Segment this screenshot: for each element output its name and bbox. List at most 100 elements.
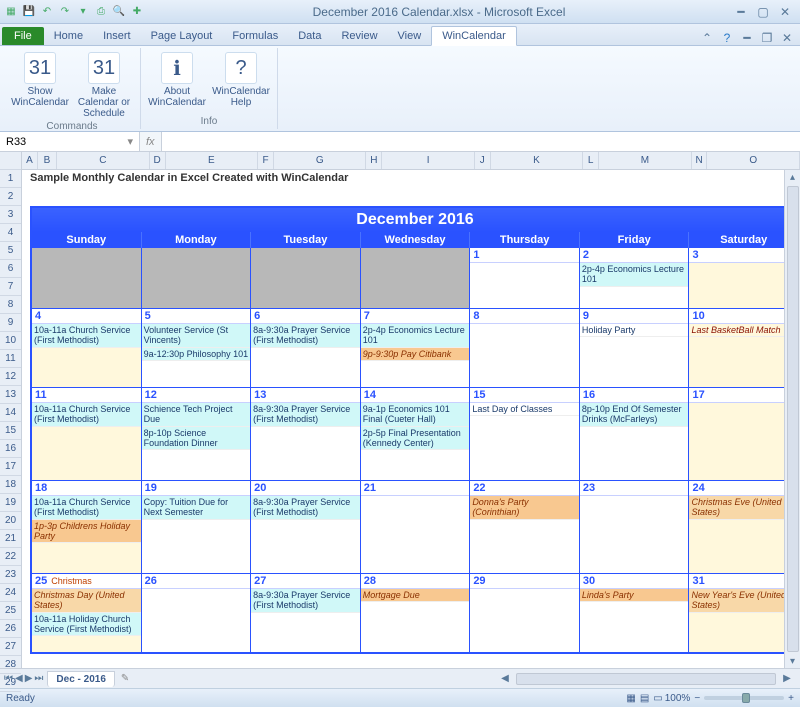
workbook-minimize-icon[interactable]: ━ — [740, 31, 754, 45]
calendar-event[interactable]: Last BasketBall Match — [689, 324, 798, 337]
row-header[interactable]: 14 — [0, 404, 21, 422]
calendar-event[interactable]: 2p-5p Final Presentation (Kennedy Center… — [361, 427, 470, 451]
row-header[interactable]: 22 — [0, 548, 21, 566]
calendar-event[interactable]: Linda's Party — [580, 589, 689, 602]
column-header[interactable]: N — [692, 152, 708, 169]
calendar-cell[interactable]: 22Donna's Party (Corinthian) — [470, 481, 580, 573]
row-header[interactable]: 28 — [0, 656, 21, 674]
tab-nav-first-icon[interactable]: ⏮ — [4, 673, 13, 684]
calendar-cell[interactable]: 25ChristmasChristmas Day (United States)… — [32, 574, 142, 652]
row-header[interactable]: 11 — [0, 350, 21, 368]
view-break-icon[interactable]: ▭ — [651, 693, 664, 704]
hscroll-right-icon[interactable]: ▶ — [780, 672, 794, 686]
row-header[interactable]: 20 — [0, 512, 21, 530]
vertical-scrollbar[interactable]: ▴ ▾ — [784, 170, 800, 668]
tab-nav-next-icon[interactable]: ▶ — [25, 673, 33, 684]
zoom-in-icon[interactable]: + — [788, 693, 794, 704]
calendar-event[interactable]: 10a-11a Church Service (First Methodist) — [32, 496, 141, 520]
close-button[interactable]: ✕ — [778, 5, 792, 19]
calendar-event[interactable]: Holiday Party — [580, 324, 689, 337]
calendar-cell[interactable]: 24Christmas Eve (United States) — [689, 481, 798, 573]
row-header[interactable]: 2 — [0, 188, 21, 206]
row-header[interactable]: 16 — [0, 440, 21, 458]
calendar-event[interactable]: Christmas Day (United States) — [32, 589, 141, 613]
row-header[interactable]: 3 — [0, 206, 21, 224]
row-header[interactable]: 12 — [0, 368, 21, 386]
calendar-cell[interactable]: 138a-9:30a Prayer Service (First Methodi… — [251, 388, 361, 480]
calendar-event[interactable]: 2p-4p Economics Lecture 101 — [580, 263, 689, 287]
calendar-cell[interactable]: 23 — [580, 481, 690, 573]
calendar-cell[interactable]: 149a-1p Economics 101 Final (Cueter Hall… — [361, 388, 471, 480]
ribbon-button-wincalendar-help[interactable]: ?WinCalendar Help — [211, 50, 271, 116]
minimize-button[interactable]: ━ — [734, 5, 748, 19]
ribbon-button-show-wincalendar[interactable]: 31Show WinCalendar — [10, 50, 70, 121]
row-header[interactable]: 7 — [0, 278, 21, 296]
calendar-cell[interactable]: 10Last BasketBall Match — [689, 309, 798, 387]
ribbon-tab-wincalendar[interactable]: WinCalendar — [431, 26, 517, 46]
row-header[interactable]: 19 — [0, 494, 21, 512]
calendar-event[interactable]: 1p-3p Childrens Holiday Party — [32, 520, 141, 544]
horizontal-scrollbar[interactable]: ◀ ▶ — [135, 672, 800, 686]
column-header[interactable]: B — [38, 152, 57, 169]
new-icon[interactable]: ✚ — [130, 5, 144, 19]
ribbon-tab-insert[interactable]: Insert — [93, 27, 141, 45]
column-header[interactable]: A — [22, 152, 38, 169]
calendar-event[interactable]: 10a-11a Church Service (First Methodist) — [32, 324, 141, 348]
row-header[interactable]: 1 — [0, 170, 21, 188]
row-header[interactable]: 17 — [0, 458, 21, 476]
view-layout-icon[interactable]: ▤ — [638, 693, 651, 704]
print-icon[interactable]: ⎙ — [94, 5, 108, 19]
minimize-ribbon-icon[interactable]: ⌃ — [700, 31, 714, 45]
hscroll-track[interactable] — [516, 673, 776, 685]
row-header[interactable]: 24 — [0, 584, 21, 602]
calendar-cell[interactable] — [142, 248, 252, 308]
ribbon-tab-home[interactable]: Home — [44, 27, 93, 45]
calendar-cell[interactable]: 31New Year's Eve (United States) — [689, 574, 798, 652]
calendar-cell[interactable]: 1810a-11a Church Service (First Methodis… — [32, 481, 142, 573]
row-header[interactable]: 10 — [0, 332, 21, 350]
calendar-cell[interactable]: 208a-9:30a Prayer Service (First Methodi… — [251, 481, 361, 573]
file-tab[interactable]: File — [2, 27, 44, 45]
new-sheet-icon[interactable]: ✎ — [115, 673, 135, 684]
view-normal-icon[interactable]: ▦ — [624, 693, 637, 704]
column-header[interactable]: F — [258, 152, 274, 169]
ribbon-tab-page-layout[interactable]: Page Layout — [141, 27, 223, 45]
column-header[interactable]: G — [274, 152, 367, 169]
ribbon-tab-data[interactable]: Data — [288, 27, 331, 45]
calendar-event[interactable]: 9p-9:30p Pay Citibank — [361, 348, 470, 361]
zoom-out-icon[interactable]: − — [694, 693, 700, 704]
column-header[interactable]: O — [707, 152, 800, 169]
tab-nav-last-icon[interactable]: ⏭ — [34, 673, 43, 684]
calendar-event[interactable]: Schience Tech Project Due — [142, 403, 251, 427]
row-header[interactable]: 6 — [0, 260, 21, 278]
calendar-event[interactable]: 9a-1p Economics 101 Final (Cueter Hall) — [361, 403, 470, 427]
calendar-event[interactable]: 8a-9:30a Prayer Service (First Methodist… — [251, 496, 360, 520]
row-header[interactable]: 25 — [0, 602, 21, 620]
calendar-cell[interactable]: 29 — [470, 574, 580, 652]
workbook-close-icon[interactable]: ✕ — [780, 31, 794, 45]
formula-input[interactable] — [162, 132, 800, 151]
calendar-event[interactable]: 10a-11a Holiday Church Service (First Me… — [32, 613, 141, 637]
calendar-cell[interactable]: 278a-9:30a Prayer Service (First Methodi… — [251, 574, 361, 652]
row-header[interactable]: 21 — [0, 530, 21, 548]
ribbon-tab-review[interactable]: Review — [331, 27, 387, 45]
ribbon-button-about-wincalendar[interactable]: ℹAbout WinCalendar — [147, 50, 207, 116]
row-header[interactable]: 15 — [0, 422, 21, 440]
calendar-event[interactable]: Mortgage Due — [361, 589, 470, 602]
ribbon-tab-formulas[interactable]: Formulas — [222, 27, 288, 45]
hscroll-left-icon[interactable]: ◀ — [498, 672, 512, 686]
sheet-tab[interactable]: Dec - 2016 — [47, 671, 114, 687]
calendar-cell[interactable]: 5Volunteer Service (St Vincents)9a-12:30… — [142, 309, 252, 387]
calendar-cell[interactable]: 168p-10p End Of Semester Drinks (McFarle… — [580, 388, 690, 480]
calendar-cell[interactable]: 1110a-11a Church Service (First Methodis… — [32, 388, 142, 480]
column-header[interactable]: D — [150, 152, 166, 169]
calendar-cell[interactable]: 26 — [142, 574, 252, 652]
tab-nav-prev-icon[interactable]: ◀ — [15, 673, 23, 684]
column-header[interactable]: C — [57, 152, 150, 169]
calendar-event[interactable]: 8a-9:30a Prayer Service (First Methodist… — [251, 589, 360, 613]
namebox-dropdown-icon[interactable]: ▾ — [127, 135, 133, 148]
row-header[interactable]: 9 — [0, 314, 21, 332]
calendar-cell[interactable] — [251, 248, 361, 308]
calendar-cell[interactable]: 30Linda's Party — [580, 574, 690, 652]
calendar-event[interactable]: 2p-4p Economics Lecture 101 — [361, 324, 470, 348]
